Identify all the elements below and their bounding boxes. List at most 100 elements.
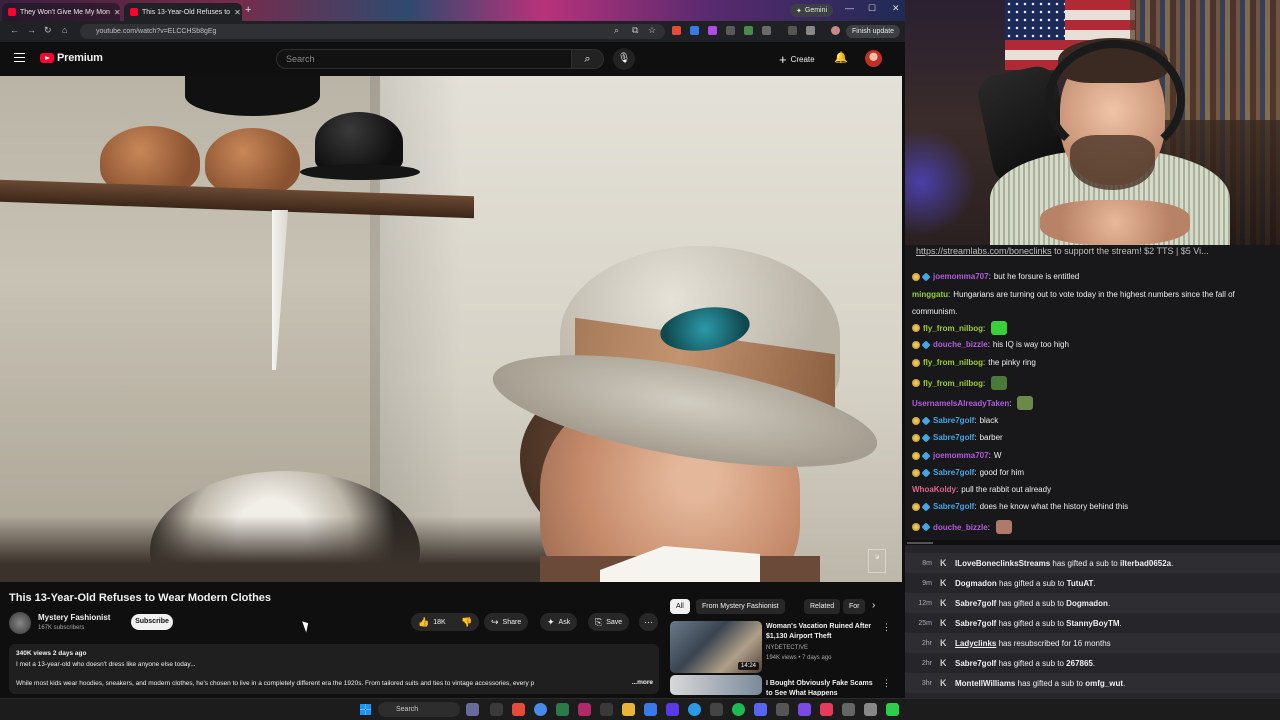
account-avatar[interactable] — [865, 50, 882, 67]
close-icon[interactable]: ✕ — [234, 8, 241, 17]
chat-username[interactable]: Sabre7golf — [933, 502, 974, 511]
chat-username[interactable]: douche_bizzle — [933, 523, 988, 532]
more-vertical-icon[interactable]: ⋮ — [882, 678, 891, 689]
related-thumbnail[interactable]: 14:24 — [670, 621, 762, 673]
gemini-button[interactable]: ✦ Gemini — [790, 4, 834, 17]
chat-username[interactable]: fly_from_nilbog — [923, 358, 983, 367]
related-title[interactable]: Woman's Vacation Ruined After $1,130 Air… — [766, 622, 878, 642]
chat-username[interactable]: joemomma707 — [933, 272, 989, 281]
translate-icon[interactable]: ⧉ — [632, 25, 638, 36]
event-user[interactable]: Sabre7golf — [955, 599, 996, 608]
event-user[interactable]: Sabre7golf — [955, 659, 996, 668]
chat-username[interactable]: Sabre7golf — [933, 416, 974, 425]
event-target[interactable]: 267865 — [1066, 659, 1093, 668]
finish-update-button[interactable]: Finish update — [846, 25, 901, 38]
url-field[interactable]: youtube.com/watch?v=ELCCHSb8gEg — [80, 24, 665, 39]
app-icon[interactable] — [512, 703, 525, 716]
event-user[interactable]: Dogmadon — [955, 579, 997, 588]
channel-avatar[interactable] — [9, 612, 31, 634]
app-icon[interactable] — [886, 703, 899, 716]
related-title[interactable]: I Bought Obviously Fake Scams to See Wha… — [766, 679, 878, 696]
event-user[interactable]: MontellWilliams — [955, 679, 1015, 688]
task-view-icon[interactable] — [490, 703, 503, 716]
reload-icon[interactable]: ↻ — [44, 25, 52, 36]
app-icon[interactable] — [666, 703, 679, 716]
app-icon[interactable] — [688, 703, 701, 716]
related-channel[interactable]: NYDETECTIVE — [766, 645, 808, 651]
chip-from-channel[interactable]: From Mystery Fashionist — [696, 599, 785, 614]
taskbar-search[interactable]: Search — [378, 702, 460, 717]
browser-tab-active[interactable]: This 13-Year-Old Refuses to ✕ — [124, 3, 242, 21]
file-explorer-icon[interactable] — [622, 703, 635, 716]
app-icon[interactable] — [600, 703, 613, 716]
app-icon[interactable] — [644, 703, 657, 716]
notifications-bell-icon[interactable]: 🔔 — [834, 51, 848, 64]
event-target[interactable]: ilterbad0652a — [1120, 559, 1171, 568]
search-button[interactable]: ⌕ — [572, 49, 604, 69]
browser-tab[interactable]: They Won't Give Me My Mon ✕ — [2, 3, 120, 21]
puzzle-icon[interactable] — [762, 26, 771, 35]
chat-username[interactable]: UsernameIsAlreadyTaken — [912, 399, 1009, 408]
chevron-right-icon[interactable]: › — [872, 600, 875, 611]
profile-icon[interactable] — [831, 26, 840, 35]
chat-username[interactable]: fly_from_nilbog — [923, 379, 983, 388]
streamlabs-link[interactable]: https://streamlabs.com/boneclinks — [916, 246, 1052, 256]
channel-name[interactable]: Mystery Fashionist — [38, 613, 110, 622]
chat-username[interactable]: Sabre7golf — [933, 433, 974, 442]
subscribe-button[interactable]: Subscribe — [131, 614, 173, 630]
save-button[interactable]: ⎘ Save — [588, 613, 630, 631]
app-icon[interactable] — [842, 703, 855, 716]
forward-icon[interactable]: → — [27, 25, 36, 35]
description-box[interactable]: 340K views 2 days ago I met a 13-year-ol… — [9, 644, 659, 694]
share-button[interactable]: ↪ Share — [484, 613, 529, 631]
chat-username[interactable]: fly_from_nilbog — [923, 324, 983, 333]
search-input[interactable]: Search — [276, 49, 572, 69]
search-icon[interactable]: ⌕ — [614, 25, 619, 36]
back-icon[interactable]: ← — [10, 25, 19, 35]
event-user[interactable]: Ladyclinks — [955, 639, 996, 648]
event-target[interactable]: Dogmadon — [1066, 599, 1108, 608]
chat-username[interactable]: joemomma707 — [933, 451, 989, 460]
discord-icon[interactable] — [754, 703, 767, 716]
more-actions-button[interactable]: ⋯ — [639, 613, 658, 631]
maximize-icon[interactable]: ☐ — [868, 3, 876, 14]
event-target[interactable]: StannyBoyTM — [1066, 619, 1119, 628]
extension-icon[interactable] — [726, 26, 735, 35]
sidepanel-icon[interactable] — [788, 26, 797, 35]
youtube-logo[interactable]: Premium — [40, 52, 103, 64]
event-user[interactable]: ILoveBoneclinksStreams — [955, 559, 1050, 568]
close-icon[interactable]: ✕ — [114, 8, 120, 17]
minimize-icon[interactable]: — — [845, 3, 854, 13]
app-icon[interactable] — [776, 703, 789, 716]
app-icon[interactable] — [710, 703, 723, 716]
spotify-icon[interactable] — [732, 703, 745, 716]
chip-related[interactable]: Related — [804, 599, 841, 614]
download-icon[interactable] — [806, 26, 815, 35]
new-tab-icon[interactable]: + — [245, 4, 251, 16]
chat-username[interactable]: WhoaKoldy — [912, 485, 956, 494]
channel-watermark-icon[interactable]: ◪ — [868, 549, 886, 573]
app-icon[interactable] — [798, 703, 811, 716]
close-window-icon[interactable]: ✕ — [892, 3, 900, 14]
show-more-link[interactable]: ...more — [628, 677, 653, 688]
event-target[interactable]: TutuAT — [1067, 579, 1094, 588]
video-player[interactable]: ◪ — [0, 76, 902, 582]
chrome-icon[interactable] — [534, 703, 547, 716]
ask-button[interactable]: ✦ Ask — [540, 613, 578, 631]
like-button[interactable]: 👍 18K — [411, 613, 454, 631]
event-user[interactable]: Sabre7golf — [955, 619, 996, 628]
chat-username[interactable]: minggatu — [912, 290, 948, 299]
chat-username[interactable]: douche_bizzle — [933, 340, 988, 349]
chip-all[interactable]: All — [670, 599, 690, 614]
extension-icon[interactable] — [672, 26, 681, 35]
chip-for-you[interactable]: For — [843, 599, 865, 614]
hamburger-menu-icon[interactable] — [14, 53, 25, 62]
extension-icon[interactable] — [690, 26, 699, 35]
star-icon[interactable]: ☆ — [648, 25, 656, 36]
app-icon[interactable] — [820, 703, 833, 716]
home-icon[interactable]: ⌂ — [62, 25, 67, 35]
app-icon[interactable] — [578, 703, 591, 716]
event-target[interactable]: omfg_wut — [1085, 679, 1123, 688]
extension-icon[interactable] — [744, 26, 753, 35]
app-icon[interactable] — [466, 703, 479, 716]
